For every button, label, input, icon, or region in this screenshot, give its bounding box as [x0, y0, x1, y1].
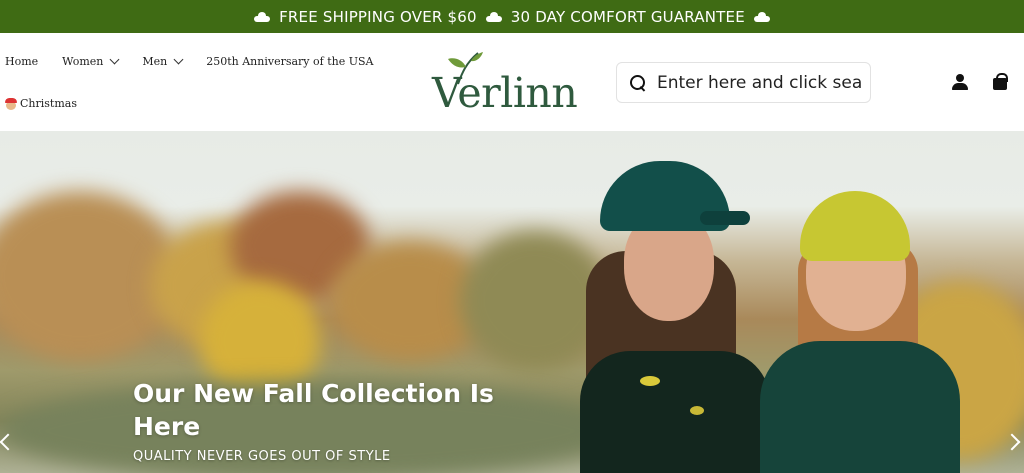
chevron-down-icon	[173, 54, 184, 65]
nav-item-label: Christmas	[20, 97, 77, 110]
free-shipping-text: FREE SHIPPING OVER $60	[279, 7, 477, 26]
search-input[interactable]	[657, 72, 870, 93]
search-bar[interactable]	[616, 62, 871, 103]
comfort-guarantee-text: 30 DAY COMFORT GUARANTEE	[510, 7, 745, 26]
hero-subtitle: QUALITY NEVER GOES OUT OF STYLE	[133, 449, 391, 464]
cloud-icon	[485, 11, 503, 22]
cloud-icon	[253, 11, 271, 22]
search-icon[interactable]	[629, 74, 647, 92]
hero-title: Our New Fall Collection Is Here	[133, 379, 494, 441]
nav-item-label: Women	[62, 55, 104, 68]
model-photo-left	[580, 161, 780, 473]
hero-banner: Our New Fall Collection Is Here QUALITY …	[0, 131, 1024, 473]
logo-wordmark: Verlinn	[432, 69, 578, 117]
nav-item-home[interactable]: Home	[5, 55, 38, 68]
nav-item-men[interactable]: Men	[142, 54, 184, 68]
announcement-bar: FREE SHIPPING OVER $60 30 DAY COMFORT GU…	[0, 0, 1024, 33]
cart-bag-icon[interactable]	[992, 73, 1008, 91]
nav-item-label: Men	[142, 55, 168, 68]
nav-item-label: 250th Anniversary of the USA	[206, 55, 374, 68]
main-nav-row-2: Christmas	[5, 97, 101, 110]
site-logo[interactable]: Verlinn	[430, 49, 590, 119]
model-photo-right	[760, 191, 980, 473]
nav-item-women[interactable]: Women	[62, 54, 120, 68]
chevron-down-icon	[109, 54, 120, 65]
site-header: Home Women Men 250th Anniversary of the …	[0, 33, 1024, 131]
nav-item-anniversary[interactable]: 250th Anniversary of the USA	[206, 55, 373, 68]
cloud-icon	[753, 11, 771, 22]
account-icon[interactable]	[951, 73, 969, 91]
nav-item-label: Home	[5, 55, 39, 68]
nav-item-christmas[interactable]: Christmas	[5, 97, 77, 110]
main-nav: Home Women Men 250th Anniversary of the …	[5, 54, 397, 68]
santa-icon	[5, 97, 17, 110]
